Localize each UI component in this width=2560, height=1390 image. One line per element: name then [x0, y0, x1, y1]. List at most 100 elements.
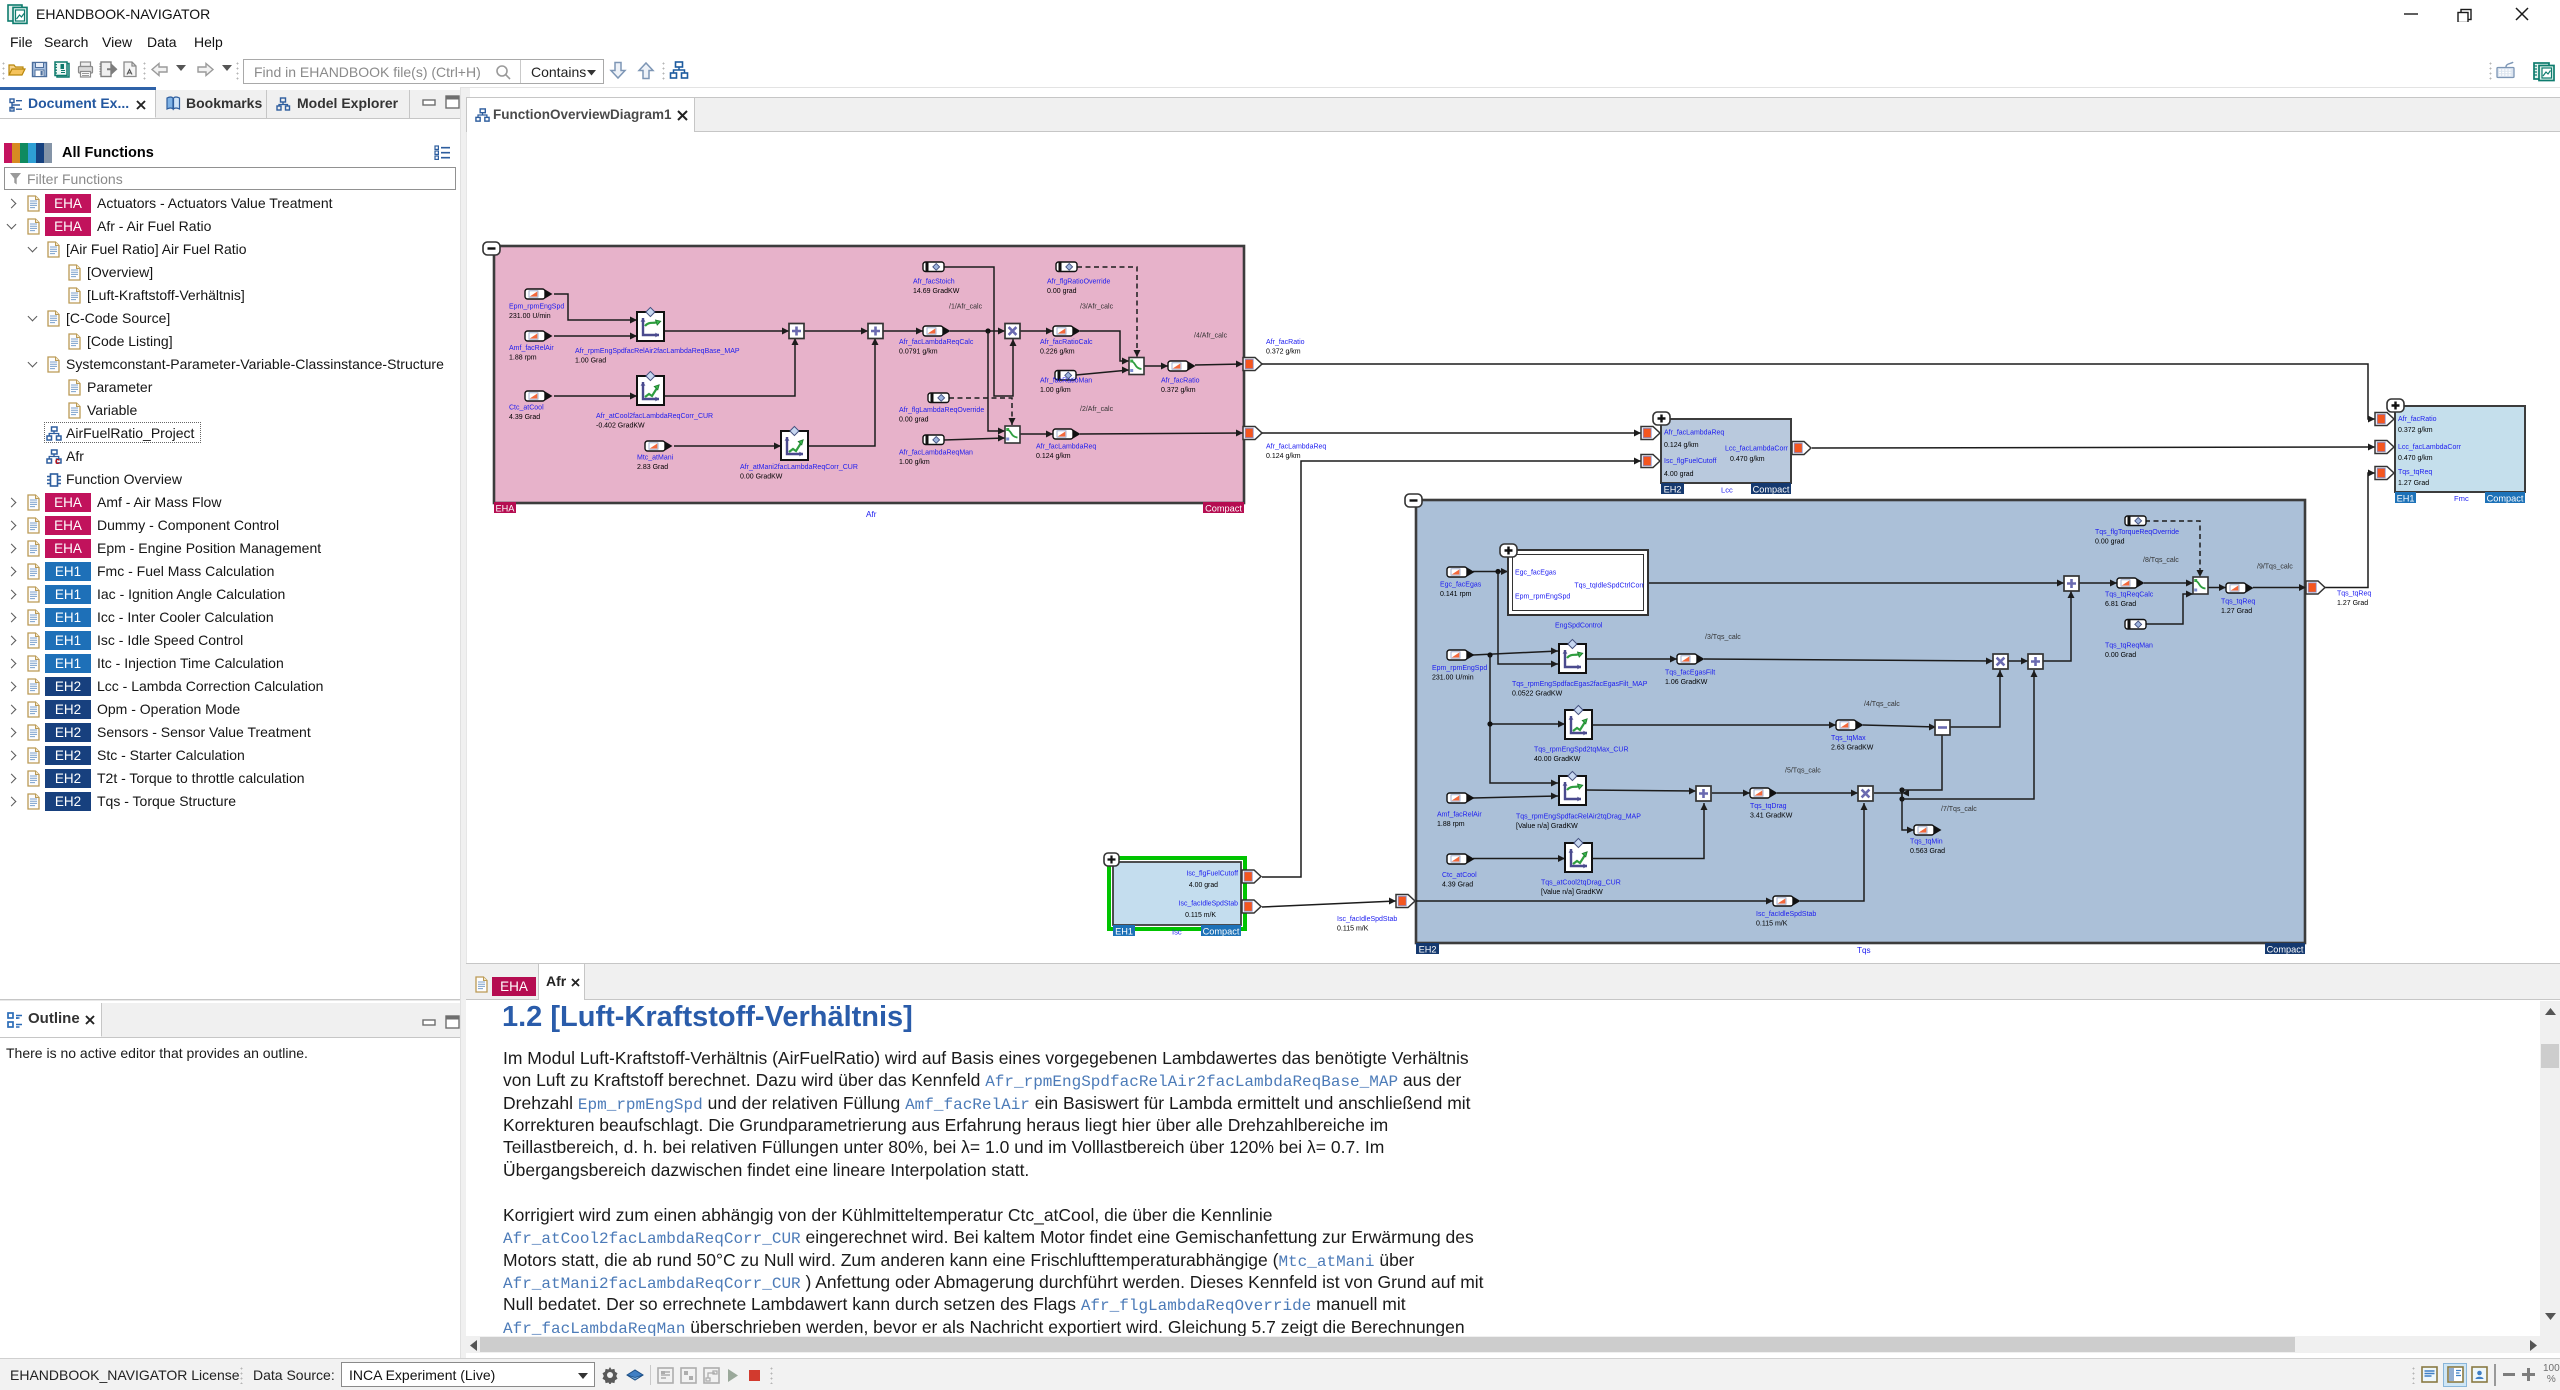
svg-text:40.00 GradKW: 40.00 GradKW [1534, 756, 1581, 763]
svg-text:1.88 rpm: 1.88 rpm [509, 355, 537, 362]
svg-text:/4/Afr_calc: /4/Afr_calc [1194, 333, 1228, 340]
svg-text:0.372 g/km: 0.372 g/km [2398, 427, 2433, 434]
svg-text:Compact: Compact [2487, 494, 2524, 504]
svg-text:4.39 Grad: 4.39 Grad [1442, 882, 1473, 889]
svg-text:0.372 g/km: 0.372 g/km [1161, 387, 1196, 394]
svg-text:Afr_flgRatioOverride: Afr_flgRatioOverride [1047, 279, 1111, 286]
svg-text:Mtc_atMani: Mtc_atMani [637, 455, 674, 462]
svg-text:0.372 g/km: 0.372 g/km [1266, 349, 1301, 356]
svg-text:Amf_facRelAir: Amf_facRelAir [1437, 812, 1482, 819]
svg-text:Tqs_tqMin: Tqs_tqMin [1910, 839, 1943, 846]
svg-text:Tqs_tqMax: Tqs_tqMax [1831, 735, 1866, 742]
svg-text:231.00 U/min: 231.00 U/min [509, 313, 551, 320]
svg-text:4.39 Grad: 4.39 Grad [509, 414, 540, 421]
svg-text:4.00 grad: 4.00 grad [1664, 471, 1694, 478]
svg-text:Afr_facLambdaReq: Afr_facLambdaReq [1036, 444, 1096, 451]
svg-text:Afr_facLambdaReq: Afr_facLambdaReq [1266, 444, 1326, 451]
svg-text:Epm_rpmEngSpd: Epm_rpmEngSpd [1515, 594, 1570, 601]
svg-text:Tqs_tqReqCalc: Tqs_tqReqCalc [2105, 592, 2154, 599]
svg-text:Egc_facEgas: Egc_facEgas [1515, 570, 1557, 577]
svg-text:/4/Tqs_calc: /4/Tqs_calc [1864, 701, 1900, 708]
svg-text:-0.402 GradKW: -0.402 GradKW [596, 423, 645, 430]
svg-text:0.563 Grad: 0.563 Grad [1910, 848, 1945, 855]
svg-text:0.0522 GradKW: 0.0522 GradKW [1512, 691, 1563, 698]
svg-text:EngSpdControl: EngSpdControl [1555, 623, 1603, 630]
svg-text:Afr_rpmEngSpdfacRelAir2facLamb: Afr_rpmEngSpdfacRelAir2facLambdaReqBase_… [575, 348, 740, 355]
svg-text:Tqs_tqReq: Tqs_tqReq [2221, 599, 2255, 606]
svg-text:Afr_facLambdaReqCalc: Afr_facLambdaReqCalc [899, 339, 974, 346]
svg-text:Tqs_tqIdleSpdCtrlCorr: Tqs_tqIdleSpdCtrlCorr [1574, 583, 1644, 590]
svg-text:/7/Tqs_calc: /7/Tqs_calc [1941, 806, 1977, 813]
svg-text:/2/Afr_calc: /2/Afr_calc [1080, 406, 1114, 413]
svg-text:Isc_facIdleSpdStab: Isc_facIdleSpdStab [1756, 911, 1816, 918]
svg-text:Fmc: Fmc [2454, 494, 2469, 503]
svg-text:Tqs_rpmEngSpdfacEgas2facEgasFi: Tqs_rpmEngSpdfacEgas2facEgasFilt_MAP [1512, 681, 1648, 688]
svg-text:Egc_facEgas: Egc_facEgas [1440, 582, 1482, 589]
svg-text:3.41 GradKW: 3.41 GradKW [1750, 813, 1793, 820]
svg-text:Afr_atMani2facLambdaReqCorr_CU: Afr_atMani2facLambdaReqCorr_CUR [740, 464, 858, 471]
svg-text:14.69 GradKW: 14.69 GradKW [913, 288, 960, 295]
svg-text:EH1: EH1 [1115, 927, 1133, 937]
svg-text:1.27 Grad: 1.27 Grad [2221, 608, 2252, 615]
svg-text:Ctc_atCool: Ctc_atCool [509, 405, 544, 412]
svg-text:Epm_rpmEngSpd: Epm_rpmEngSpd [509, 304, 564, 311]
svg-text:1.00 Grad: 1.00 Grad [575, 358, 606, 365]
svg-text:EH2: EH2 [1419, 945, 1437, 955]
svg-text:0.124 g/km: 0.124 g/km [1664, 442, 1699, 449]
svg-text:Afr_facStoich: Afr_facStoich [913, 279, 955, 286]
svg-text:Tqs_rpmEngSpd2tqMax_CUR: Tqs_rpmEngSpd2tqMax_CUR [1534, 747, 1629, 754]
svg-text:Tqs_tqReq: Tqs_tqReq [2398, 469, 2432, 476]
svg-text:/3/Tqs_calc: /3/Tqs_calc [1705, 634, 1741, 641]
svg-text:0.115 m/K: 0.115 m/K [1756, 921, 1788, 928]
svg-text:0.141 rpm: 0.141 rpm [1440, 591, 1472, 598]
svg-text:Epm_rpmEngSpd: Epm_rpmEngSpd [1432, 665, 1487, 672]
svg-text:231.00 U/min: 231.00 U/min [1432, 675, 1474, 682]
svg-text:Compact: Compact [1203, 927, 1240, 937]
svg-text:Afr_facRatio: Afr_facRatio [1266, 339, 1305, 346]
svg-text:Afr_facRatioMan: Afr_facRatioMan [1040, 378, 1092, 385]
svg-text:2.83 Grad: 2.83 Grad [637, 464, 668, 471]
svg-text:Amf_facRelAir: Amf_facRelAir [509, 345, 554, 352]
svg-text:0.115 m/K: 0.115 m/K [1337, 926, 1369, 933]
svg-text:Tqs: Tqs [1857, 946, 1871, 955]
svg-text:Lcc: Lcc [1721, 486, 1733, 495]
svg-text:Afr_atCool2facLambdaReqCorr_CU: Afr_atCool2facLambdaReqCorr_CUR [596, 413, 713, 420]
svg-text:/5/Tqs_calc: /5/Tqs_calc [1785, 768, 1821, 775]
svg-text:Isc_flgFuelCutoff: Isc_flgFuelCutoff [1186, 871, 1238, 878]
svg-text:Tqs_tqReq: Tqs_tqReq [2337, 591, 2371, 598]
svg-text:Tqs_atCool2tqDrag_CUR: Tqs_atCool2tqDrag_CUR [1541, 880, 1621, 887]
svg-text:Compact: Compact [1205, 504, 1242, 514]
svg-text:0.470 g/km: 0.470 g/km [1730, 456, 1765, 463]
svg-text:/9/Tqs_calc: /9/Tqs_calc [2257, 564, 2293, 571]
svg-text:Afr_facRatio: Afr_facRatio [2398, 416, 2437, 423]
svg-text:Tqs_facEgasFilt: Tqs_facEgasFilt [1665, 670, 1715, 677]
svg-text:[Value n/a] GradKW: [Value n/a] GradKW [1516, 823, 1578, 830]
svg-text:Isc_facIdleSpdStab: Isc_facIdleSpdStab [1179, 901, 1239, 908]
svg-text:Compact: Compact [1753, 485, 1790, 495]
svg-text:1.88 rpm: 1.88 rpm [1437, 821, 1465, 828]
svg-text:0.00 grad: 0.00 grad [2095, 539, 2125, 546]
svg-text:/1/Afr_calc: /1/Afr_calc [949, 304, 983, 311]
svg-text:Isc_flgFuelCutoff: Isc_flgFuelCutoff [1664, 458, 1716, 465]
svg-text:0.00 grad: 0.00 grad [899, 417, 929, 424]
svg-text:0.124 g/km: 0.124 g/km [1036, 453, 1071, 460]
svg-text:/8/Tqs_calc: /8/Tqs_calc [2143, 557, 2179, 564]
svg-text:0.226 g/km: 0.226 g/km [1040, 349, 1075, 356]
svg-text:1.27 Grad: 1.27 Grad [2337, 600, 2368, 607]
svg-text:1.06 GradKW: 1.06 GradKW [1665, 679, 1708, 686]
svg-text:Afr_facRatioCalc: Afr_facRatioCalc [1040, 339, 1093, 346]
svg-text:0.00 Grad: 0.00 Grad [2105, 652, 2136, 659]
svg-text:6.81 Grad: 6.81 Grad [2105, 601, 2136, 608]
svg-text:[Value n/a] GradKW: [Value n/a] GradKW [1541, 889, 1603, 896]
svg-text:1.27 Grad: 1.27 Grad [2398, 480, 2429, 487]
svg-text:Afr_flgLambdaReqOverride: Afr_flgLambdaReqOverride [899, 407, 984, 414]
svg-text:Tqs_tqReqMan: Tqs_tqReqMan [2105, 643, 2153, 650]
svg-text:c: c [55, 456, 60, 465]
svg-text:Tqs_tqDrag: Tqs_tqDrag [1750, 803, 1787, 810]
svg-text:4.00 grad: 4.00 grad [1189, 882, 1218, 889]
svg-text:0.00 GradKW: 0.00 GradKW [740, 474, 783, 481]
svg-text:Afr_facRatio: Afr_facRatio [1161, 378, 1200, 385]
svg-text:0.124 g/km: 0.124 g/km [1266, 453, 1301, 460]
svg-text:Tqs_flgTorqueReqOverride: Tqs_flgTorqueReqOverride [2095, 529, 2179, 536]
svg-text:2.63 GradKW: 2.63 GradKW [1831, 745, 1874, 752]
